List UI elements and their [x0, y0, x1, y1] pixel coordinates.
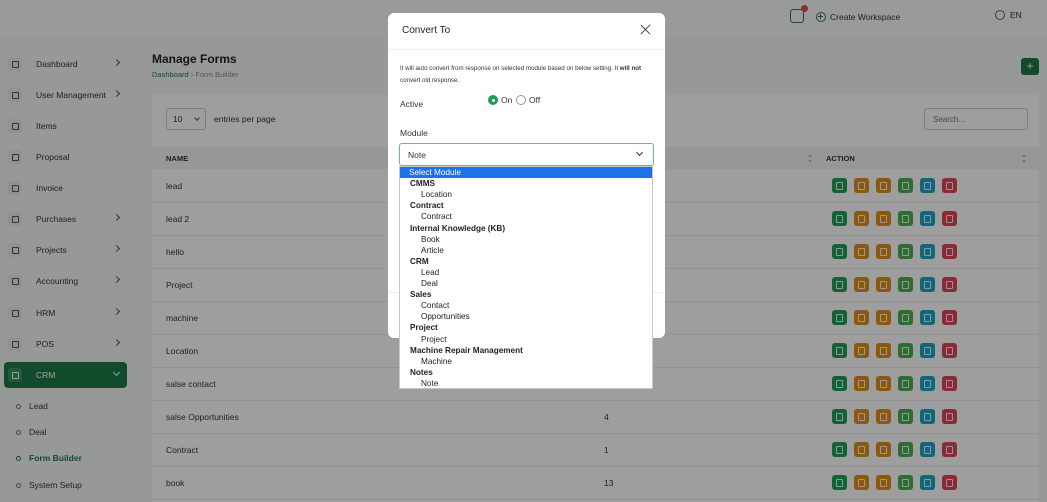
on-label: On — [501, 95, 513, 105]
radio-checked-icon — [488, 95, 498, 105]
module-select[interactable]: Note — [399, 143, 654, 166]
optgroup-label: Contract — [410, 201, 444, 211]
module-option[interactable]: Project — [400, 334, 652, 345]
module-option[interactable]: Deal — [400, 278, 652, 289]
convert-note: It will auto convert from response on se… — [400, 63, 652, 87]
optgroup-label: Notes — [410, 367, 433, 377]
module-label: Module — [400, 128, 428, 138]
off-label: Off — [529, 95, 541, 105]
option-select-module[interactable]: Select Module — [400, 167, 652, 178]
optgroup-label: Sales — [410, 290, 432, 300]
module-dropdown-list: Select Module CMMS Location Contract Contrac… — [399, 166, 653, 389]
optgroup-label: CMMS — [410, 179, 436, 189]
chevron-down-icon — [635, 148, 644, 157]
module-option[interactable]: Location — [400, 189, 652, 200]
module-option[interactable]: Contract — [400, 211, 652, 222]
active-off-radio[interactable]: Off — [516, 95, 540, 105]
note-text: It will auto convert from response on se… — [400, 65, 620, 72]
module-option[interactable]: Contact — [400, 300, 652, 311]
optgroup-label: Machine Repair Management — [410, 345, 523, 355]
radio-unchecked-icon — [516, 95, 526, 105]
note-emphasis: will not — [619, 65, 642, 72]
module-option[interactable]: Opportunities — [400, 311, 652, 322]
module-option[interactable]: Note — [400, 378, 652, 389]
active-label: Active — [400, 99, 424, 109]
modal-title: Convert To — [402, 25, 451, 36]
module-select-value: Note — [408, 150, 426, 160]
divider — [388, 49, 665, 50]
module-option[interactable]: Article — [400, 245, 652, 256]
module-option[interactable]: Machine — [400, 356, 652, 367]
optgroup-label: Project — [410, 323, 438, 333]
module-option[interactable]: Book — [400, 234, 652, 245]
optgroup-label: Internal Knowledge (KB) — [410, 223, 506, 233]
optgroup-label: CRM — [410, 256, 429, 266]
note-text-end: convert old response. — [400, 77, 460, 84]
module-option[interactable]: Lead — [400, 267, 652, 278]
close-icon[interactable] — [639, 23, 653, 37]
active-on-radio[interactable]: On — [488, 95, 512, 105]
